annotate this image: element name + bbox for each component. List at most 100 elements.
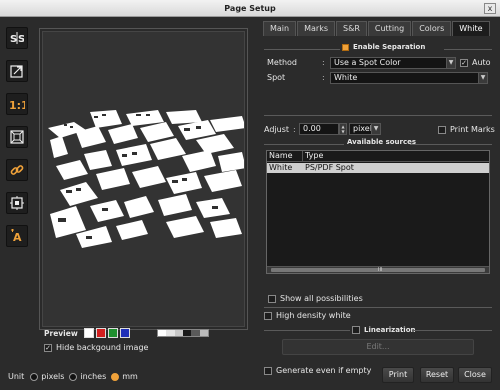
- print-marks-row[interactable]: Print Marks: [438, 125, 495, 134]
- print-marks-checkbox[interactable]: [438, 125, 446, 134]
- spot-label: Spot: [267, 73, 286, 82]
- tab-cutting[interactable]: Cutting: [367, 21, 412, 36]
- generate-empty-checkbox[interactable]: [264, 366, 272, 375]
- close-button[interactable]: Close: [458, 367, 492, 383]
- separator: [444, 49, 492, 50]
- unit-inches-label: inches: [80, 372, 107, 381]
- chevron-down-icon[interactable]: ▼: [340, 129, 346, 134]
- generate-empty-row[interactable]: Generate even if empty: [264, 366, 371, 375]
- text-tool-icon: A: [11, 229, 22, 243]
- adjust-value: 0.00: [303, 124, 321, 133]
- reset-button[interactable]: Reset: [420, 367, 454, 383]
- chevron-down-icon: ▼: [478, 73, 487, 83]
- fit-window-button[interactable]: [6, 126, 28, 148]
- text-tool-button[interactable]: A: [6, 225, 28, 247]
- fit-window-icon: [10, 130, 24, 144]
- separator: [264, 307, 492, 308]
- generate-empty-label: Generate even if empty: [276, 366, 372, 375]
- unit-pixels-label: pixels: [41, 372, 65, 381]
- mirror-tool-button[interactable]: S S: [6, 27, 28, 49]
- edit-button[interactable]: Edit...: [282, 339, 474, 355]
- enable-separation-checkbox[interactable]: [342, 43, 349, 51]
- enable-separation-row[interactable]: Enable Separation: [342, 43, 425, 51]
- hide-background-label: Hide backgound image: [56, 343, 149, 352]
- hide-background-checkbox[interactable]: ✓: [44, 343, 52, 352]
- separator: [264, 330, 350, 331]
- show-all-checkbox[interactable]: [268, 294, 276, 303]
- auto-checkbox[interactable]: ✓: [460, 58, 468, 67]
- preview-swatch-row: Preview: [44, 328, 132, 338]
- tab-main[interactable]: Main: [263, 21, 297, 36]
- tab-white[interactable]: White: [452, 21, 490, 36]
- table-header: Name Type: [267, 151, 489, 162]
- print-button[interactable]: Print: [382, 367, 414, 383]
- separator: [412, 330, 492, 331]
- linearization-checkbox[interactable]: [352, 326, 360, 334]
- actual-size-icon: 1:1: [9, 99, 25, 111]
- table-row[interactable]: White PS/PDF Spot: [267, 163, 489, 173]
- show-all-label: Show all possibilities: [280, 294, 363, 303]
- mirror-tool-icon: S S: [10, 32, 24, 45]
- unit-mm-radio[interactable]: [111, 372, 120, 381]
- linearization-row[interactable]: Linearization: [352, 326, 416, 334]
- swatch-blue[interactable]: [119, 328, 130, 338]
- preview-image: [48, 110, 244, 248]
- unit-row: Unit pixels inches mm: [8, 372, 143, 381]
- chevron-down-icon: ▼: [446, 58, 455, 68]
- link-button[interactable]: [6, 159, 28, 181]
- svg-text:S: S: [10, 34, 17, 45]
- scrollbar-grip: III: [378, 267, 383, 273]
- center-button[interactable]: [6, 192, 28, 214]
- column-header-type[interactable]: Type: [303, 151, 489, 161]
- enable-separation-label: Enable Separation: [353, 43, 426, 51]
- horizontal-scrollbar[interactable]: III: [267, 266, 489, 273]
- page-setup-dialog: S S 1:1 A Preview ✓ Hide backgound image…: [0, 17, 500, 390]
- auto-row[interactable]: ✓ Auto: [460, 58, 491, 67]
- preview-label: Preview: [44, 328, 78, 338]
- method-value: Use a Spot Color: [334, 58, 401, 67]
- method-label: Method: [267, 58, 298, 67]
- chevron-down-icon: ▼: [371, 124, 380, 134]
- text-tool-text: A: [13, 231, 22, 243]
- auto-label: Auto: [472, 58, 491, 67]
- actual-size-button[interactable]: 1:1: [6, 93, 28, 115]
- window-titlebar: Page Setup x: [0, 0, 500, 17]
- column-header-name[interactable]: Name: [267, 151, 303, 161]
- adjust-stepper[interactable]: ▲ ▼: [339, 123, 347, 135]
- settings-tabs: Main Marks S&R Cutting Colors White: [263, 21, 491, 36]
- svg-text:S: S: [18, 34, 24, 45]
- unit-inches-radio[interactable]: [69, 372, 78, 381]
- swatch-white[interactable]: [83, 328, 94, 338]
- window-close-button[interactable]: x: [484, 3, 496, 14]
- preview-panel: [39, 28, 248, 330]
- tab-s-and-r[interactable]: S&R: [336, 21, 367, 36]
- spot-select[interactable]: White ▼: [330, 72, 488, 84]
- separator: [264, 144, 344, 145]
- adjust-unit-value: pixel: [353, 124, 372, 133]
- hide-background-row[interactable]: ✓ Hide backgound image: [44, 343, 148, 352]
- background-tone-strip[interactable]: [157, 329, 209, 337]
- swatch-green[interactable]: [107, 328, 118, 338]
- adjust-label: Adjust: [264, 125, 290, 134]
- available-sources-title: Available sources: [347, 138, 417, 146]
- fit-page-icon: [10, 65, 23, 78]
- show-all-row[interactable]: Show all possibilities: [268, 294, 363, 303]
- colon: :: [322, 73, 325, 82]
- swatch-red[interactable]: [95, 328, 106, 338]
- unit-pixels-radio[interactable]: [30, 372, 39, 381]
- fit-page-button[interactable]: [6, 60, 28, 82]
- tab-marks[interactable]: Marks: [297, 21, 336, 36]
- preview-canvas[interactable]: [42, 31, 245, 327]
- high-density-label: High density white: [276, 311, 351, 320]
- method-select[interactable]: Use a Spot Color ▼: [330, 57, 456, 69]
- spot-value: White: [334, 73, 358, 82]
- tab-colors[interactable]: Colors: [412, 21, 452, 36]
- separator: [410, 144, 492, 145]
- colon: :: [322, 58, 325, 67]
- adjust-unit-select[interactable]: pixel ▼: [349, 123, 381, 135]
- high-density-row[interactable]: High density white: [264, 311, 351, 320]
- print-marks-label: Print Marks: [450, 125, 495, 134]
- adjust-input[interactable]: 0.00: [299, 123, 339, 135]
- high-density-checkbox[interactable]: [264, 311, 272, 320]
- link-icon: [10, 165, 24, 175]
